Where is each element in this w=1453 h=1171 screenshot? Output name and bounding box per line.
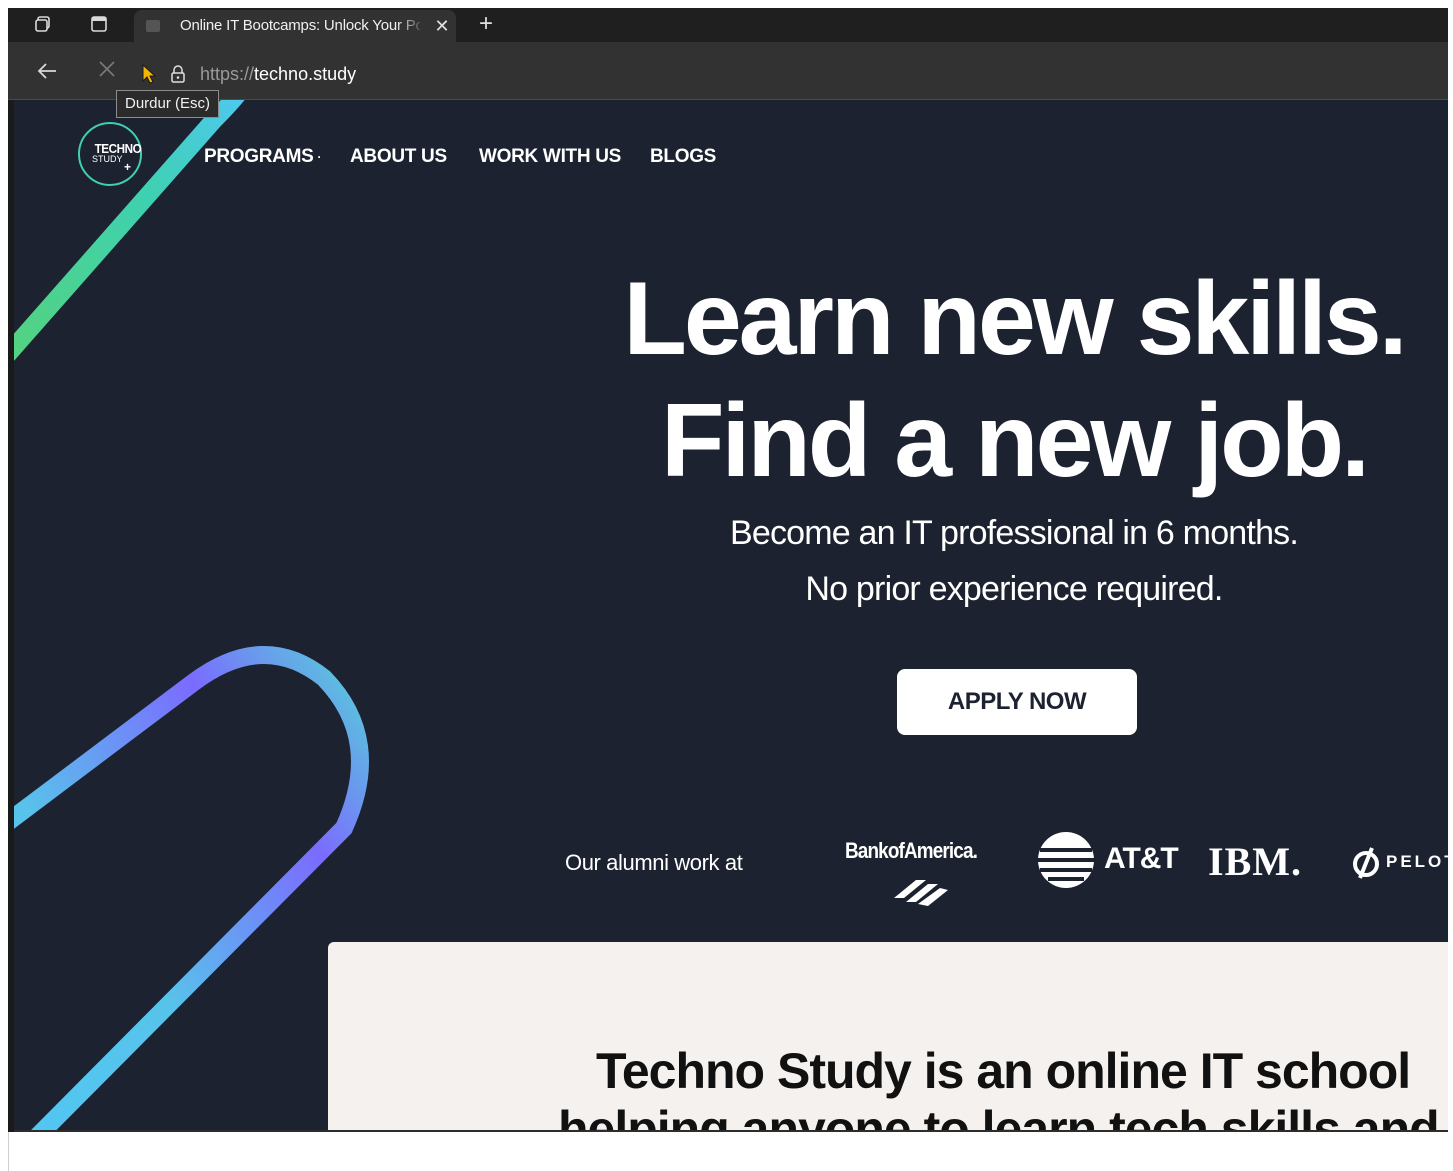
new-tab-plus-icon[interactable]: + [472, 11, 500, 39]
bank-of-america-logo: BankofAmerica. [842, 838, 1012, 918]
ibm-logo: IBM. [1208, 839, 1302, 884]
stop-tooltip: Durdur (Esc) [116, 90, 220, 118]
hero-subtitle-1: Become an IT professional in 6 months. [729, 514, 1299, 552]
nav-about-us[interactable]: ABOUT US [350, 146, 447, 168]
alumni-label: Our alumni work at [565, 850, 743, 875]
nav-work-with-us[interactable]: WORK WITH US [479, 146, 621, 168]
nav-programs[interactable]: PROGRAMS · [204, 146, 321, 168]
tab-title: Online IT Bootcamps: Unlock Your Potenti… [180, 17, 420, 34]
tab-bar: Online IT Bootcamps: Unlock Your Potenti… [8, 8, 1448, 42]
boa-flag-icon [894, 880, 948, 906]
workspaces-icon[interactable] [32, 14, 54, 36]
intro-card: Techno Study is an online IT school help… [328, 942, 1448, 1132]
intro-heading: Techno Study is an online IT school help… [558, 1043, 1440, 1132]
back-arrow-icon[interactable] [32, 58, 62, 88]
peloton-p-icon [1353, 847, 1379, 879]
lock-icon[interactable] [168, 64, 188, 84]
techno-study-logo[interactable]: TECHNO STUDY + [78, 122, 142, 186]
web-page: TECHNO STUDY + PROGRAMS · ABOUT US WORK W… [14, 100, 1448, 1132]
url-input[interactable]: https://techno.study [200, 60, 1440, 88]
mouse-pointer-icon [142, 63, 157, 84]
nav-blogs[interactable]: BLOGS [650, 146, 716, 168]
hero-subtitle-2: No prior experience required. [805, 570, 1223, 608]
site-favicon-icon [146, 20, 160, 32]
close-icon[interactable]: ✕ [430, 14, 454, 38]
hero-headline: Learn new skills. Find a new job. [623, 261, 1407, 499]
att-globe-icon [1038, 832, 1094, 888]
peloton-logo: PELOTON [1350, 842, 1448, 882]
dropdown-dot-icon: · [317, 149, 322, 164]
att-logo: AT&T [1034, 830, 1204, 890]
active-tab[interactable]: Online IT Bootcamps: Unlock Your Potenti… [134, 10, 456, 42]
stop-loading-icon[interactable] [92, 58, 122, 88]
browser-window: Online IT Bootcamps: Unlock Your Potenti… [8, 8, 1448, 1132]
tab-actions-icon[interactable] [88, 14, 110, 36]
apply-now-button[interactable]: APPLY NOW [897, 669, 1137, 735]
